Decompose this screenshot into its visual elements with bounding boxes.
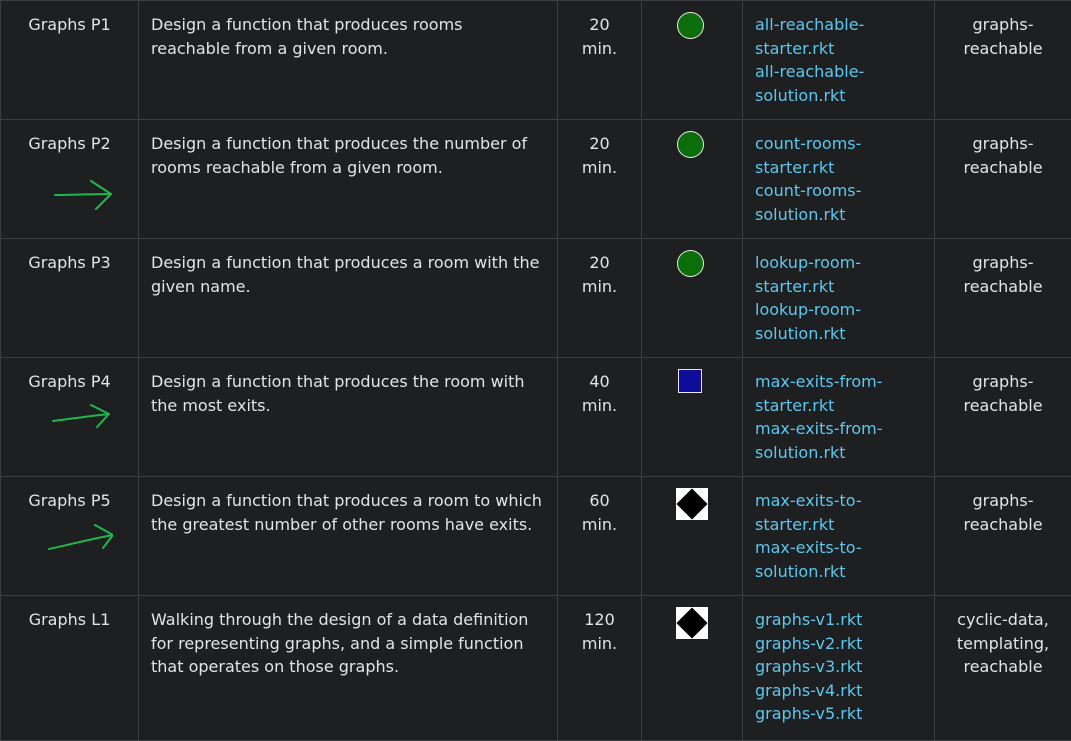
difficulty-cell — [642, 120, 743, 239]
annotation-arrow-icon — [45, 398, 115, 438]
green-circle-icon — [677, 12, 704, 39]
problem-description: Design a function that produces a room w… — [151, 253, 539, 296]
files-cell: all-reachable-starter.rkt all-reachable-… — [743, 1, 935, 120]
description-cell: Design a function that produces a room w… — [139, 239, 558, 358]
difficulty-cell — [642, 358, 743, 477]
time-estimate: 60 min. — [582, 491, 617, 534]
description-cell: Design a function that produces the numb… — [139, 120, 558, 239]
problem-description: Design a function that produces rooms re… — [151, 15, 463, 58]
problem-tags: graphs-reachable — [963, 15, 1042, 58]
table-row: Graphs P4 Design a function that produce… — [1, 358, 1071, 477]
problem-name-cell: Graphs P5 — [1, 477, 139, 596]
problem-name-cell: Graphs P4 — [1, 358, 139, 477]
time-cell: 20 min. — [558, 120, 642, 239]
problem-name: Graphs P2 — [28, 134, 110, 153]
file-link[interactable]: max-exits-to-starter.rkt — [755, 489, 922, 536]
table-row: Graphs P5 Design a function that produce… — [1, 477, 1071, 596]
difficulty-cell — [642, 239, 743, 358]
file-link[interactable]: all-reachable-starter.rkt — [755, 13, 922, 60]
time-estimate: 20 min. — [582, 253, 617, 296]
file-link[interactable]: graphs-v2.rkt — [755, 632, 922, 656]
file-link[interactable]: max-exits-to-solution.rkt — [755, 536, 922, 583]
problem-description: Design a function that produces the numb… — [151, 134, 527, 177]
file-link[interactable]: graphs-v3.rkt — [755, 655, 922, 679]
problem-name: Graphs L1 — [29, 610, 111, 629]
green-circle-icon — [677, 131, 704, 158]
problem-name-cell: Graphs P3 — [1, 239, 139, 358]
table-row: Graphs P3 Design a function that produce… — [1, 239, 1071, 358]
tags-cell: graphs-reachable — [935, 239, 1071, 358]
file-link[interactable]: graphs-v1.rkt — [755, 608, 922, 632]
problem-name: Graphs P4 — [28, 372, 110, 391]
file-link[interactable]: count-rooms-solution.rkt — [755, 179, 922, 226]
time-cell: 60 min. — [558, 477, 642, 596]
problem-name-cell: Graphs P1 — [1, 1, 139, 120]
files-cell: count-rooms-starter.rkt count-rooms-solu… — [743, 120, 935, 239]
problem-name-cell: Graphs P2 — [1, 120, 139, 239]
file-link[interactable]: graphs-v5.rkt — [755, 702, 922, 726]
tags-cell: graphs-reachable — [935, 1, 1071, 120]
file-link[interactable]: count-rooms-starter.rkt — [755, 132, 922, 179]
file-link[interactable]: lookup-room-starter.rkt — [755, 251, 922, 298]
problem-description: Design a function that produces a room t… — [151, 491, 542, 534]
problem-tags: graphs-reachable — [963, 134, 1042, 177]
table-row: Graphs P2 Design a function that produce… — [1, 120, 1071, 239]
tags-cell: cyclic-data, templating, reachable — [935, 596, 1071, 741]
description-cell: Design a function that produces a room t… — [139, 477, 558, 596]
tags-cell: graphs-reachable — [935, 358, 1071, 477]
black-diamond-icon — [676, 607, 708, 639]
time-cell: 40 min. — [558, 358, 642, 477]
black-diamond-icon — [676, 488, 708, 520]
time-cell: 20 min. — [558, 239, 642, 358]
tags-cell: graphs-reachable — [935, 120, 1071, 239]
description-cell: Design a function that produces rooms re… — [139, 1, 558, 120]
annotation-arrow-icon — [43, 521, 113, 561]
time-estimate: 40 min. — [582, 372, 617, 415]
difficulty-cell — [642, 596, 743, 741]
time-cell: 20 min. — [558, 1, 642, 120]
blue-square-icon — [678, 369, 702, 393]
problems-table: Graphs P1 Design a function that produce… — [0, 0, 1071, 741]
annotation-arrow-icon — [47, 172, 117, 212]
problem-name: Graphs P3 — [28, 253, 110, 272]
difficulty-cell — [642, 477, 743, 596]
tags-cell: graphs-reachable — [935, 477, 1071, 596]
file-link[interactable]: all-reachable-solution.rkt — [755, 60, 922, 107]
time-estimate: 20 min. — [582, 15, 617, 58]
files-cell: max-exits-from-starter.rkt max-exits-fro… — [743, 358, 935, 477]
description-cell: Walking through the design of a data def… — [139, 596, 558, 741]
problem-tags: graphs-reachable — [963, 372, 1042, 415]
problem-name-cell: Graphs L1 — [1, 596, 139, 741]
problem-description: Walking through the design of a data def… — [151, 610, 528, 676]
table-row: Graphs L1 Walking through the design of … — [1, 596, 1071, 741]
files-cell: lookup-room-starter.rkt lookup-room-solu… — [743, 239, 935, 358]
time-estimate: 120 min. — [582, 610, 617, 653]
file-link[interactable]: graphs-v4.rkt — [755, 679, 922, 703]
time-estimate: 20 min. — [582, 134, 617, 177]
table-row: Graphs P1 Design a function that produce… — [1, 1, 1071, 120]
problem-tags: graphs-reachable — [963, 491, 1042, 534]
problem-name: Graphs P5 — [28, 491, 110, 510]
file-link[interactable]: max-exits-from-solution.rkt — [755, 417, 922, 464]
description-cell: Design a function that produces the room… — [139, 358, 558, 477]
time-cell: 120 min. — [558, 596, 642, 741]
difficulty-cell — [642, 1, 743, 120]
problem-tags: cyclic-data, templating, reachable — [957, 610, 1049, 676]
green-circle-icon — [677, 250, 704, 277]
problem-description: Design a function that produces the room… — [151, 372, 525, 415]
problem-tags: graphs-reachable — [963, 253, 1042, 296]
files-cell: max-exits-to-starter.rkt max-exits-to-so… — [743, 477, 935, 596]
file-link[interactable]: lookup-room-solution.rkt — [755, 298, 922, 345]
file-link[interactable]: max-exits-from-starter.rkt — [755, 370, 922, 417]
files-cell: graphs-v1.rkt graphs-v2.rkt graphs-v3.rk… — [743, 596, 935, 741]
problem-name: Graphs P1 — [28, 15, 110, 34]
